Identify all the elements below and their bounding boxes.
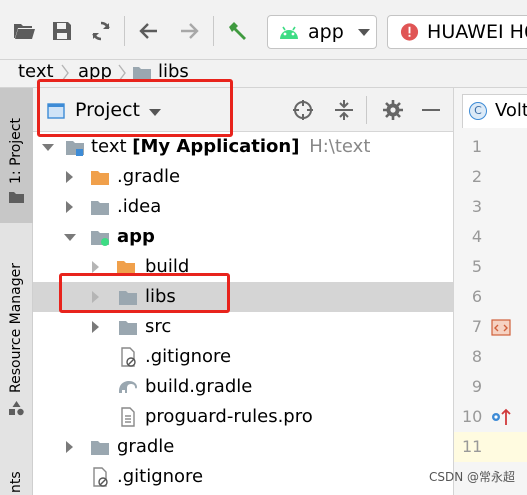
tree-item-label: .gradle [117,166,181,187]
tree-item-label: build.gradle [145,376,253,397]
tree-item-label: gradle [117,436,175,457]
open-folder-icon[interactable] [12,19,36,43]
tree-row[interactable]: .idea [33,192,453,222]
gutter-line: 4 [471,227,482,246]
run-configuration-select[interactable]: app [267,15,377,49]
gutter-line: 3 [471,197,482,216]
folder-orange-icon [91,171,109,185]
tree-row[interactable]: src [33,312,453,342]
tree-item-label: .idea [117,196,162,217]
device-select[interactable]: HUAWEI H6 [387,15,527,49]
module-folder-icon [66,141,84,156]
project-tool-tab[interactable]: 1: Project [0,88,33,223]
gutter-line: 7 [454,312,527,342]
settings-gear-icon[interactable] [382,99,404,121]
android-icon [280,26,298,39]
back-arrow-icon[interactable] [137,19,161,43]
gutter-line: 8 [471,347,482,366]
gutter-line: 6 [471,287,482,306]
gutter-line: 9 [471,377,482,396]
build-hammer-icon[interactable] [226,19,250,43]
folder-icon [9,192,24,203]
expand-arrow-right-icon[interactable] [63,170,77,184]
expand-arrow-right-icon[interactable] [63,440,77,454]
editor-area: C Volt 1 2 3 4 5 6 7 8 9 10 11 [453,88,527,495]
folder-icon [91,201,109,215]
forward-arrow-icon[interactable] [177,19,201,43]
tool-window-strip: 1: Project Resource Manager nts [0,88,33,495]
ignored-file-icon [93,467,108,487]
annotation-box-project-view [37,79,233,137]
tree-row[interactable]: proguard-rules.pro [33,402,453,432]
class-file-badge-icon: C [469,102,487,120]
hide-panel-icon[interactable] [422,109,440,111]
tree-item-label: .gitignore [117,466,204,487]
run-configuration-label: app [308,21,344,43]
gutter-line: 10 [454,402,527,432]
tree-item-module-name: [My Application] [132,136,300,157]
editor-tab[interactable]: C Volt [462,94,527,128]
expand-arrow-right-icon[interactable] [89,260,103,274]
expand-arrow-down-icon[interactable] [41,140,55,154]
main-toolbar: app HUAWEI H6 [0,0,527,60]
tree-item-label: proguard-rules.pro [145,406,313,427]
locate-crosshair-icon[interactable] [292,99,314,121]
override-marker-icon[interactable] [490,407,512,427]
device-label: HUAWEI H6 [427,21,527,43]
watermark: CSDN @常永超 [428,470,515,484]
tree-row[interactable]: .gradle [33,162,453,192]
error-icon [400,23,419,41]
gutter-line-current: 11 [454,432,527,462]
ignored-file-icon [121,347,136,367]
android-module-folder-icon [91,231,109,246]
tree-item-label: .gitignore [145,346,232,367]
text-file-icon [121,407,135,427]
gutter-line: 5 [471,257,482,276]
structure-tool-tab-label[interactable]: nts [8,471,24,493]
resource-manager-icon [9,401,24,416]
chevron-down-icon [357,28,370,36]
annotation-box-libs-folder [59,273,230,313]
collapse-all-icon[interactable] [333,99,355,121]
gutter-line: 2 [471,167,482,186]
tree-row[interactable]: .gitignore [33,462,453,492]
resource-manager-tab-label: Resource Manager [8,262,24,393]
expand-arrow-right-icon[interactable] [89,320,103,334]
folder-icon [91,441,109,455]
tree-row[interactable]: app [33,222,453,252]
gutter-line: 1 [471,137,482,156]
tree-item-label: src [145,316,172,337]
project-tool-tab-label: 1: Project [8,118,24,184]
tree-row[interactable]: .gitignore [33,342,453,372]
editor-tab-label: Volt [495,100,527,121]
tree-row[interactable]: gradle [33,432,453,462]
expand-arrow-right-icon[interactable] [63,200,77,214]
gradle-elephant-icon [119,381,137,393]
resource-manager-tool-tab[interactable]: Resource Manager [0,248,33,423]
tree-item-path: H:\text [309,136,371,157]
tree-item-label: text [91,136,127,157]
folder-icon [119,321,137,335]
tree-item-label: app [117,226,155,247]
tree-row[interactable]: build.gradle [33,372,453,402]
sync-icon[interactable] [89,19,113,43]
save-icon[interactable] [50,19,74,43]
layout-preview-icon[interactable] [490,316,512,338]
expand-arrow-down-icon[interactable] [63,230,77,244]
